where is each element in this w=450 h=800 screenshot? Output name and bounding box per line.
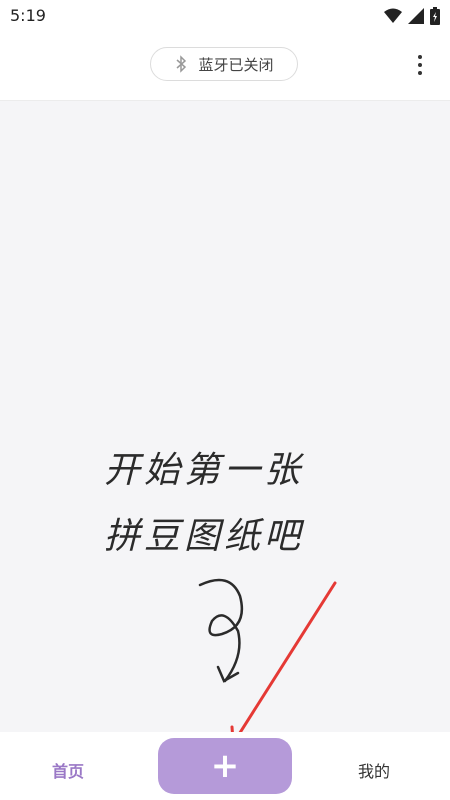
bluetooth-status-pill[interactable]: 蓝牙已关闭 bbox=[150, 47, 298, 81]
status-icons bbox=[384, 7, 440, 25]
nav-mine[interactable]: 我的 bbox=[358, 758, 390, 782]
bottom-nav: 首页 + 我的 bbox=[0, 732, 450, 800]
battery-icon bbox=[430, 7, 440, 25]
header: 蓝牙已关闭 bbox=[0, 32, 450, 101]
add-button[interactable]: + bbox=[158, 738, 292, 794]
status-time: 5:19 bbox=[10, 6, 46, 25]
wifi-icon bbox=[384, 8, 402, 23]
empty-canvas: 开始第一张 拼豆图纸吧 bbox=[0, 101, 450, 732]
red-pointer-arrow bbox=[230, 581, 337, 732]
bluetooth-status-text: 蓝牙已关闭 bbox=[198, 55, 274, 74]
nav-home[interactable]: 首页 bbox=[52, 758, 84, 782]
status-bar: 5:19 bbox=[0, 0, 450, 32]
signal-icon bbox=[408, 8, 424, 24]
more-vertical-icon[interactable] bbox=[410, 50, 430, 80]
bluetooth-off-icon bbox=[176, 55, 187, 73]
plus-icon: + bbox=[210, 746, 240, 786]
